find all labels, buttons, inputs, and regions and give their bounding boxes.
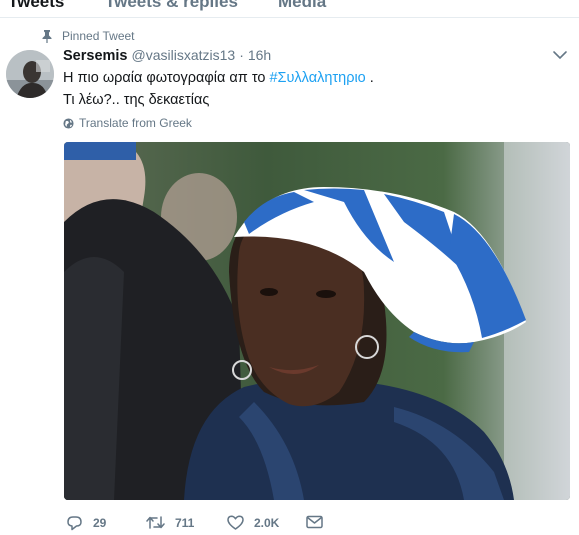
chevron-down-icon[interactable] bbox=[552, 49, 568, 61]
tab-tweets[interactable]: Tweets bbox=[8, 0, 64, 12]
display-name[interactable]: Sersemis bbox=[63, 48, 128, 64]
tweet-text-line-1: Η πιο ωραία φωτογραφία απ το #Συλλαλητηρ… bbox=[63, 67, 553, 89]
retweet-icon bbox=[146, 516, 165, 529]
envelope-icon bbox=[306, 515, 323, 529]
tweet-timestamp[interactable]: 16h bbox=[248, 47, 271, 63]
pinned-label: Pinned Tweet bbox=[62, 29, 135, 43]
tab-media[interactable]: Media bbox=[278, 0, 326, 12]
like-button[interactable]: 2.0K bbox=[227, 515, 279, 530]
retweet-button[interactable]: 711 bbox=[146, 515, 194, 530]
retweet-count: 711 bbox=[175, 515, 195, 530]
hashtag-link[interactable]: #Συλλαλητηριο bbox=[269, 70, 365, 86]
pinned-indicator: Pinned Tweet bbox=[42, 29, 135, 43]
tweet-actions: 29 711 2.0K bbox=[64, 515, 364, 533]
direct-message-button[interactable] bbox=[306, 515, 333, 529]
photo-image bbox=[64, 142, 570, 500]
reply-icon bbox=[67, 516, 82, 531]
heart-icon bbox=[227, 515, 244, 530]
tweet-header: Sersemis @vasilisxatzis13 · 16h bbox=[63, 47, 271, 64]
pin-icon bbox=[42, 29, 52, 43]
user-handle[interactable]: @vasilisxatzis13 bbox=[132, 47, 236, 63]
reply-count: 29 bbox=[93, 516, 107, 530]
tweet-text-line-2: Τι λέω?.. της δεκαετίας bbox=[63, 92, 210, 108]
avatar-image bbox=[6, 50, 54, 98]
tweet-photo[interactable] bbox=[64, 142, 570, 500]
tab-tweets-and-replies[interactable]: Tweets & replies bbox=[105, 0, 238, 12]
translate-label[interactable]: Translate from Greek bbox=[79, 116, 192, 130]
reply-button[interactable]: 29 bbox=[66, 515, 106, 531]
tweet-text-part: . bbox=[365, 70, 374, 86]
translate-link[interactable]: Translate from Greek bbox=[63, 116, 192, 130]
avatar[interactable] bbox=[6, 50, 54, 98]
tweet-text: Η πιο ωραία φωτογραφία απ το #Συλλαλητηρ… bbox=[63, 67, 553, 111]
globe-icon bbox=[63, 117, 74, 129]
tweet-text-part: Η πιο ωραία φωτογραφία απ το bbox=[63, 70, 270, 86]
separator-dot: · bbox=[239, 47, 244, 63]
profile-tabs: Tweets Tweets & replies Media bbox=[0, 0, 579, 18]
like-count: 2.0K bbox=[254, 515, 280, 530]
